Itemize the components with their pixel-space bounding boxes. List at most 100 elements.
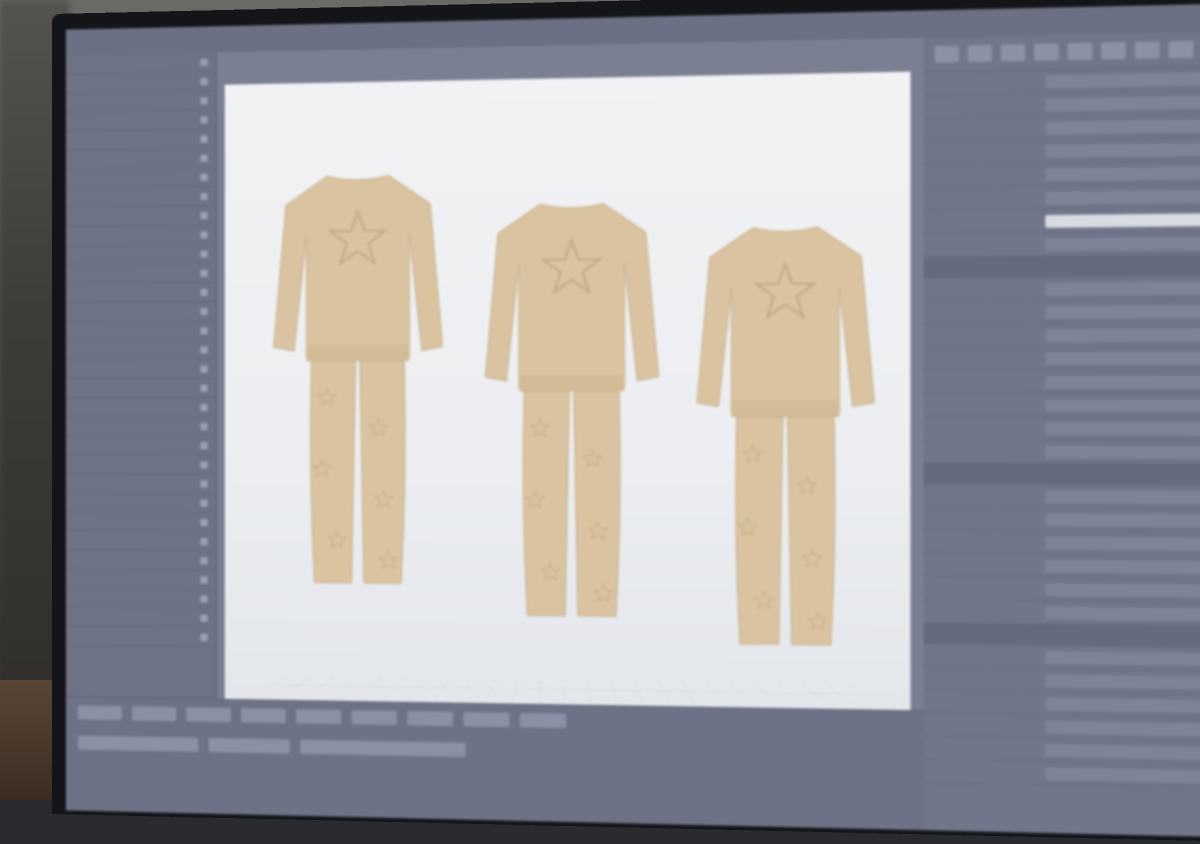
outliner-row[interactable] bbox=[66, 550, 216, 570]
property-field[interactable] bbox=[1045, 650, 1200, 665]
property-field[interactable] bbox=[1045, 375, 1200, 388]
tool-icon[interactable] bbox=[1034, 43, 1058, 60]
outliner-row[interactable] bbox=[66, 531, 216, 551]
timeline-button[interactable] bbox=[407, 711, 453, 726]
outliner-row[interactable] bbox=[66, 244, 216, 264]
property-field[interactable] bbox=[1045, 422, 1200, 435]
visibility-icon[interactable] bbox=[200, 538, 207, 545]
visibility-icon[interactable] bbox=[200, 576, 207, 583]
timeline-button[interactable] bbox=[463, 712, 509, 727]
outfit-3[interactable] bbox=[688, 214, 883, 665]
visibility-icon[interactable] bbox=[200, 518, 207, 525]
outliner-row[interactable] bbox=[66, 110, 216, 132]
visibility-icon[interactable] bbox=[200, 288, 207, 295]
visibility-icon[interactable] bbox=[200, 97, 207, 104]
tool-icon[interactable] bbox=[1068, 43, 1093, 60]
outliner-row[interactable] bbox=[66, 321, 216, 341]
tool-icon[interactable] bbox=[1169, 41, 1194, 59]
outliner-row[interactable] bbox=[66, 436, 216, 455]
outliner-row[interactable] bbox=[66, 474, 216, 494]
property-field[interactable] bbox=[1045, 351, 1200, 364]
timeline-button[interactable] bbox=[132, 706, 176, 721]
visibility-icon[interactable] bbox=[200, 212, 207, 219]
3d-viewport[interactable] bbox=[225, 72, 911, 755]
property-field[interactable] bbox=[1045, 674, 1200, 690]
tool-icon[interactable] bbox=[1101, 42, 1126, 59]
visibility-icon[interactable] bbox=[200, 154, 207, 161]
visibility-icon[interactable] bbox=[200, 269, 207, 276]
visibility-icon[interactable] bbox=[200, 173, 207, 180]
outliner-row[interactable] bbox=[66, 302, 216, 322]
tool-icon[interactable] bbox=[1135, 41, 1160, 59]
outliner-row[interactable] bbox=[66, 493, 216, 513]
visibility-icon[interactable] bbox=[200, 231, 207, 238]
outliner-row[interactable] bbox=[66, 512, 216, 532]
property-field[interactable] bbox=[1045, 165, 1200, 180]
property-field[interactable] bbox=[1045, 328, 1200, 342]
property-field[interactable] bbox=[1045, 281, 1200, 295]
outliner-row[interactable] bbox=[66, 206, 216, 227]
property-field[interactable] bbox=[1045, 212, 1200, 227]
outliner-row[interactable] bbox=[66, 398, 216, 417]
timeline-button[interactable] bbox=[78, 705, 122, 720]
outliner-row[interactable] bbox=[66, 283, 216, 303]
tool-icon[interactable] bbox=[1001, 44, 1025, 61]
timeline-button[interactable] bbox=[520, 713, 566, 728]
visibility-icon[interactable] bbox=[200, 403, 207, 410]
outliner-row[interactable] bbox=[66, 626, 216, 647]
visibility-icon[interactable] bbox=[200, 633, 207, 640]
visibility-icon[interactable] bbox=[200, 77, 207, 84]
tool-icon[interactable] bbox=[935, 45, 959, 62]
property-field[interactable] bbox=[1045, 490, 1200, 504]
outliner-row[interactable] bbox=[66, 129, 216, 150]
visibility-icon[interactable] bbox=[200, 58, 207, 65]
property-section-header[interactable] bbox=[924, 463, 1200, 486]
outliner-row[interactable] bbox=[66, 607, 216, 628]
visibility-icon[interactable] bbox=[200, 346, 207, 353]
property-field[interactable] bbox=[1045, 536, 1200, 550]
outfit-2[interactable] bbox=[477, 190, 667, 635]
visibility-icon[interactable] bbox=[200, 135, 207, 142]
timeline-button[interactable] bbox=[241, 708, 286, 723]
visibility-icon[interactable] bbox=[200, 557, 207, 564]
visibility-icon[interactable] bbox=[200, 423, 207, 430]
property-field[interactable] bbox=[1045, 398, 1200, 411]
outliner-row[interactable] bbox=[66, 379, 216, 398]
property-field[interactable] bbox=[1045, 744, 1200, 761]
visibility-icon[interactable] bbox=[200, 595, 207, 602]
timeline-button[interactable] bbox=[296, 709, 341, 724]
outliner-row[interactable] bbox=[66, 148, 216, 169]
visibility-icon[interactable] bbox=[200, 461, 207, 468]
visibility-icon[interactable] bbox=[200, 308, 207, 315]
property-field[interactable] bbox=[1045, 304, 1200, 318]
property-field[interactable] bbox=[1045, 559, 1200, 573]
property-field[interactable] bbox=[1045, 95, 1200, 111]
outliner-row[interactable] bbox=[66, 264, 216, 284]
visibility-icon[interactable] bbox=[200, 480, 207, 487]
outliner-row[interactable] bbox=[66, 359, 216, 378]
outliner-row[interactable] bbox=[66, 91, 216, 113]
property-field[interactable] bbox=[1045, 720, 1200, 736]
visibility-icon[interactable] bbox=[200, 442, 207, 449]
outliner-row[interactable] bbox=[66, 588, 216, 609]
outliner-row[interactable] bbox=[66, 187, 216, 208]
visibility-icon[interactable] bbox=[200, 365, 207, 372]
outliner-row[interactable] bbox=[66, 569, 216, 590]
timeline-button[interactable] bbox=[186, 707, 231, 722]
property-field[interactable] bbox=[1045, 767, 1200, 784]
property-field[interactable] bbox=[1045, 697, 1200, 713]
outliner-row[interactable] bbox=[66, 168, 216, 189]
outliner-row[interactable] bbox=[66, 417, 216, 436]
property-field[interactable] bbox=[1045, 118, 1200, 134]
outliner-row[interactable] bbox=[66, 455, 216, 475]
property-field[interactable] bbox=[1045, 513, 1200, 527]
visibility-icon[interactable] bbox=[200, 499, 207, 506]
visibility-icon[interactable] bbox=[200, 116, 207, 123]
property-field[interactable] bbox=[1045, 236, 1200, 251]
visibility-icon[interactable] bbox=[200, 384, 207, 391]
visibility-icon[interactable] bbox=[200, 193, 207, 200]
property-section-header[interactable] bbox=[924, 254, 1200, 278]
visibility-icon[interactable] bbox=[200, 250, 207, 257]
property-field[interactable] bbox=[1045, 445, 1200, 458]
outliner-row[interactable] bbox=[66, 225, 216, 246]
